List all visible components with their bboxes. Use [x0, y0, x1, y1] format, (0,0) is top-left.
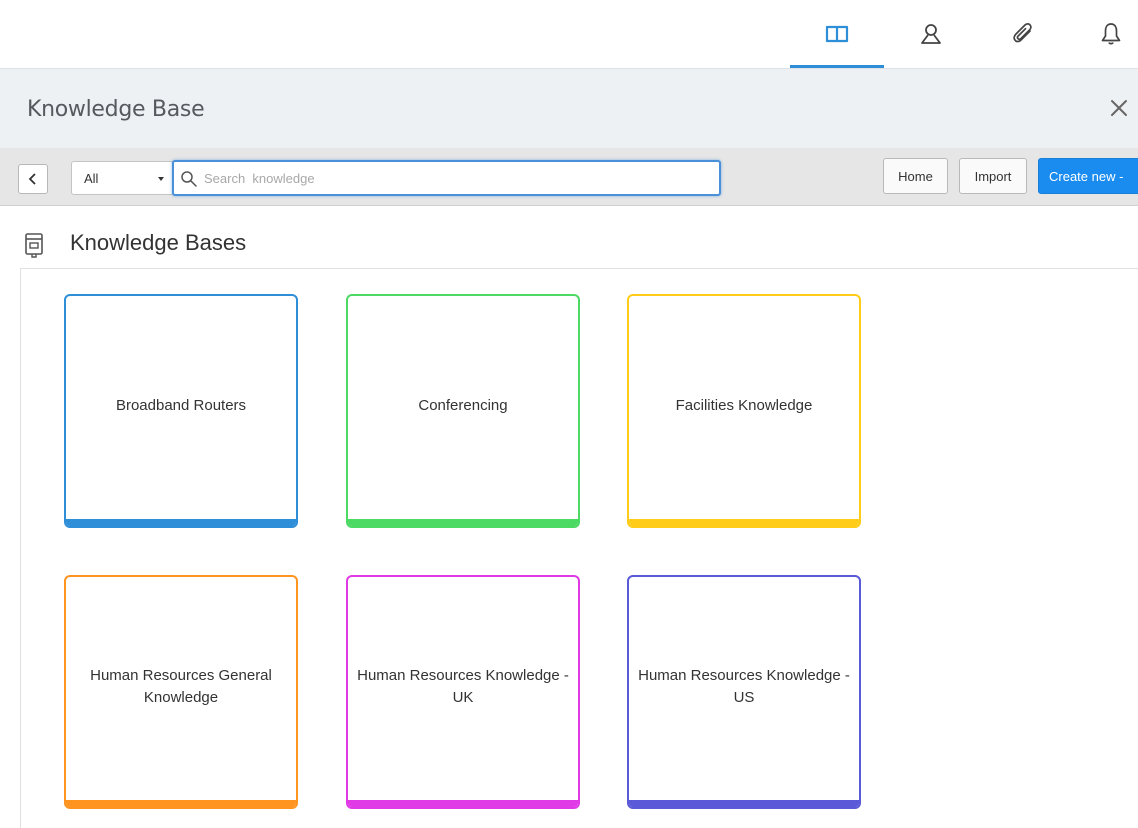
kb-card-hr-us[interactable]: Human Resources Knowledge - US — [627, 575, 861, 809]
top-icon-bar — [0, 0, 1138, 68]
close-button[interactable] — [1104, 93, 1134, 123]
create-new-button[interactable]: Create new - — [1038, 158, 1138, 194]
kb-card-label: Human Resources Knowledge - US — [638, 667, 850, 706]
close-icon — [1111, 100, 1127, 116]
section-title: Knowledge Bases — [70, 230, 247, 255]
search-icon — [181, 171, 197, 187]
kb-card-label: Conferencing — [418, 397, 508, 414]
knowledge-base-grid: Broadband Routers Conferencing Facilitie… — [20, 268, 1138, 828]
home-button[interactable]: Home — [883, 158, 948, 194]
kb-card-label: Broadband Routers — [115, 397, 247, 414]
filter-select[interactable]: All — [71, 161, 175, 195]
caret-down-icon — [158, 177, 164, 181]
search-input[interactable] — [204, 168, 704, 188]
filter-value: All — [84, 171, 99, 186]
knowledge-tab[interactable] — [790, 0, 884, 68]
paperclip-icon — [1013, 23, 1032, 43]
panel-title: Knowledge Base — [27, 97, 205, 122]
kb-card-conferencing[interactable]: Conferencing — [346, 294, 580, 528]
panel-header: Knowledge Base — [0, 68, 1138, 148]
user-icon — [921, 24, 941, 44]
kb-card-facilities-knowledge[interactable]: Facilities Knowledge — [627, 294, 861, 528]
chevron-left-icon — [28, 173, 36, 185]
knowledge-base-icon — [25, 233, 43, 258]
kb-card-hr-general[interactable]: Human Resources General Knowledge — [64, 575, 298, 809]
kb-card-hr-uk[interactable]: Human Resources Knowledge - UK — [346, 575, 580, 809]
search-box[interactable] — [172, 160, 721, 196]
kb-card-label: Facilities Knowledge — [675, 397, 813, 414]
notifications-tab[interactable] — [1064, 0, 1138, 68]
kb-card-label: Human Resources Knowledge - UK — [357, 667, 569, 706]
back-button[interactable] — [18, 164, 48, 194]
bell-icon — [1101, 23, 1121, 45]
kb-card-label: Human Resources General Knowledge — [90, 667, 272, 706]
section-header: Knowledge Bases — [0, 220, 1138, 268]
import-button[interactable]: Import — [959, 158, 1027, 194]
book-icon — [825, 25, 849, 43]
attachments-tab[interactable] — [976, 0, 1070, 68]
kb-card-broadband-routers[interactable]: Broadband Routers — [64, 294, 298, 528]
toolbar: All Home Import Create new - — [0, 148, 1138, 206]
profile-tab[interactable] — [884, 0, 978, 68]
